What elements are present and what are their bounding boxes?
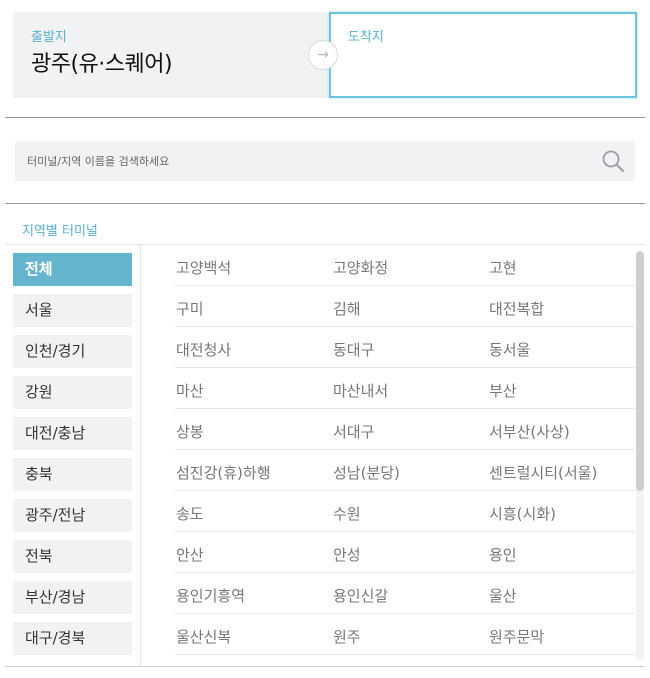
terminal-item[interactable]: 마산 [176,380,204,401]
terminal-row: 상봉 서대구 서부산(사상) [175,409,635,450]
terminal-list: 고양백석 고양화정 고현구미 김해 대전복합대전청사 동대구 동서울마산 마산내서 부산상봉 서대… [145,245,635,666]
region-item[interactable]: 인천/경기 [13,335,132,368]
departure-box[interactable]: 출발지 광주(유·스퀘어) [13,12,329,98]
terminal-item[interactable]: 마산내서 [333,380,388,401]
terminal-item[interactable]: 용인신갈 [333,585,388,606]
region-item[interactable]: 서울 [13,294,132,327]
terminal-item[interactable]: 대전청사 [176,339,231,360]
arrival-box[interactable]: 도착지 [329,12,637,98]
terminal-row: 고양백석 고양화정 고현 [175,245,635,286]
region-item[interactable]: 충북 [13,458,132,491]
terminal-item[interactable]: 대전복합 [489,298,544,319]
terminal-item[interactable]: 울산 [489,585,517,606]
terminal-panel: 전체서울인천/경기강원대전/충남충북광주/전남전북부산/경남대구/경북 고양백석… [5,244,645,667]
swap-button[interactable]: → [308,40,338,70]
terminal-row: 마산 마산내서 부산 [175,368,635,409]
terminal-row: 구미 김해 대전복합 [175,286,635,327]
terminal-item[interactable]: 용인 [489,544,517,565]
section-title: 지역별 터미널 [22,224,98,239]
terminal-item[interactable]: 고양백석 [176,257,231,278]
terminal-item[interactable]: 동서울 [489,339,530,360]
search-icon[interactable] [601,149,625,173]
terminal-item[interactable]: 상봉 [176,421,204,442]
region-item[interactable]: 광주/전남 [13,499,132,532]
terminal-item[interactable]: 시흥(시화) [489,503,556,524]
search-bar [15,141,635,181]
arrival-label: 도착지 [348,30,384,45]
terminal-item[interactable]: 용인기흥역 [176,585,245,606]
region-item[interactable]: 대전/충남 [13,417,132,450]
arrow-right-icon: → [317,47,329,63]
terminal-item[interactable]: 수원 [333,503,361,524]
region-item[interactable]: 전체 [13,253,132,286]
scrollbar[interactable] [636,251,644,661]
terminal-item[interactable]: 김해 [333,298,361,319]
terminal-row: 용인기흥역 용인신갈 울산 [175,573,635,614]
terminal-row: 송도 수원 시흥(시화) [175,491,635,532]
terminal-item[interactable]: 섬진강(휴)하행 [176,462,271,483]
terminal-item[interactable]: 구미 [176,298,204,319]
divider [5,117,645,118]
terminal-item[interactable]: 원주문막 [489,626,544,647]
route-selector: 출발지 광주(유·스퀘어) → 도착지 [13,12,637,98]
terminal-item[interactable]: 서대구 [333,421,374,442]
terminal-item[interactable]: 센트럴시티(서울) [489,462,597,483]
terminal-item[interactable]: 울산신복 [176,626,231,647]
terminal-row: 대전청사 동대구 동서울 [175,327,635,368]
terminal-item[interactable]: 안산 [176,544,204,565]
scrollbar-thumb[interactable] [636,251,644,491]
terminal-row: 울산신복 원주 원주문막 [175,614,635,655]
departure-label: 출발지 [31,30,67,45]
divider [5,203,645,204]
terminal-item[interactable]: 동대구 [333,339,374,360]
region-list: 전체서울인천/경기강원대전/충남충북광주/전남전북부산/경남대구/경북 [5,245,141,666]
region-item[interactable]: 부산/경남 [13,581,132,614]
terminal-item[interactable]: 송도 [176,503,204,524]
terminal-item[interactable]: 고양화정 [333,257,388,278]
terminal-item[interactable]: 안성 [333,544,361,565]
terminal-row: 섬진강(휴)하행 성남(분당) 센트럴시티(서울) [175,450,635,491]
terminal-item[interactable]: 성남(분당) [333,462,400,483]
region-item[interactable]: 대구/경북 [13,622,132,655]
terminal-item[interactable]: 서부산(사상) [489,421,570,442]
terminal-item[interactable]: 원주 [333,626,361,647]
terminal-row: 안산 안성 용인 [175,532,635,573]
departure-value: 광주(유·스퀘어) [31,52,173,77]
terminal-search-input[interactable] [15,141,595,181]
region-item[interactable]: 강원 [13,376,132,409]
terminal-item[interactable]: 부산 [489,380,517,401]
terminal-item[interactable]: 고현 [489,257,517,278]
region-item[interactable]: 전북 [13,540,132,573]
